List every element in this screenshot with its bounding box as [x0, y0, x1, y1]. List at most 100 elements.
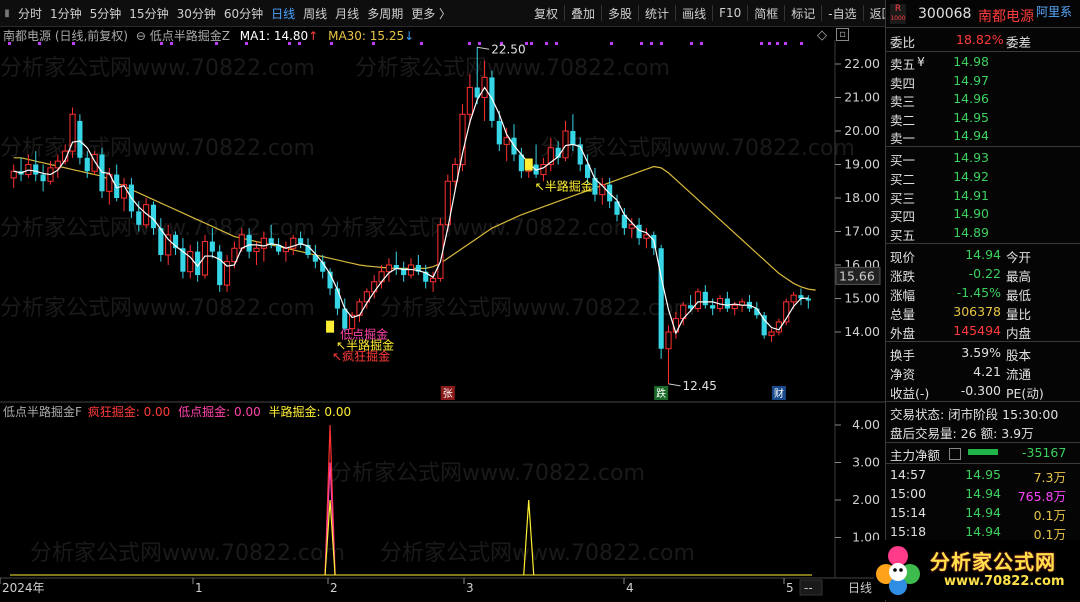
signal-dot	[760, 42, 763, 45]
signal-dot	[610, 42, 613, 45]
sell-price: 14.96	[953, 91, 989, 106]
candle-body	[209, 241, 215, 252]
candle	[724, 291, 730, 312]
candle-body	[570, 131, 576, 145]
candle	[768, 328, 775, 343]
signal-dot	[298, 42, 301, 45]
detail-toggle-icon[interactable]	[949, 448, 961, 460]
time-axis: 2024年 1 2 3 4 5 -- 日线	[0, 578, 872, 596]
signal-dot	[545, 42, 548, 45]
candle	[599, 177, 606, 205]
signal-dot	[650, 42, 653, 45]
candle	[393, 251, 399, 276]
buy-price: 14.89	[953, 225, 989, 241]
stat2-value: 3.59%	[961, 345, 1001, 360]
candle-body	[761, 315, 767, 336]
signal-dot	[555, 42, 558, 45]
buy-row: 买二 14.92	[886, 168, 1080, 187]
signal-dot	[700, 42, 703, 45]
candle	[114, 164, 120, 202]
stat-row: 涨幅 -1.45% 最低	[886, 284, 1080, 303]
candle	[327, 268, 333, 296]
sell-row: 卖五 ¥14.98	[886, 53, 1080, 72]
tick-time: 15:00	[890, 486, 927, 501]
signal-dot	[478, 42, 481, 45]
main-flow-label: 主力净额	[890, 448, 941, 463]
trade-status: 交易状态: 闭市阶段 15:30:00	[890, 407, 1059, 422]
candle-body	[665, 331, 672, 350]
stat-right-label: 量比	[1006, 307, 1032, 322]
sell-price: 14.95	[953, 109, 989, 125]
price-tick-label: 22.00	[844, 56, 880, 71]
watermark-text: 分析家公式网www.70822.com	[330, 461, 645, 486]
candle-body	[33, 164, 39, 175]
candle-body	[114, 174, 120, 198]
stock-name: 南都电源	[978, 9, 1034, 25]
buy-label: 买一	[890, 153, 916, 168]
weibi-label: 委比	[890, 35, 916, 50]
candle	[592, 167, 598, 202]
signal-box	[524, 158, 533, 171]
candle	[356, 298, 363, 322]
candle-body	[768, 331, 775, 336]
signal-dot	[215, 42, 218, 45]
sell-label: 卖五	[890, 57, 916, 72]
main-flow-row[interactable]: 主力净额 -35167	[886, 444, 1080, 463]
ban-lu-label-2: ↖半路掘金	[535, 179, 593, 194]
signal-dot	[530, 42, 533, 45]
candle-body	[246, 234, 252, 252]
sell-price: 14.98	[953, 54, 989, 69]
candle-body	[702, 291, 708, 306]
panel-divider	[886, 442, 1080, 443]
exchange-logo: R 1000	[890, 4, 906, 24]
sub-indicator-name[interactable]: 低点半路掘金F	[3, 405, 82, 419]
candle-body	[187, 251, 194, 273]
sell-label: 卖四	[890, 75, 916, 91]
candle	[658, 244, 664, 359]
sell-flag: ¥	[917, 54, 925, 69]
chart-canvas[interactable]: 分析家公式网www.70822.com 分析家公式网www.70822.com 分析…	[0, 0, 885, 602]
sub-tick-label: 2.00	[852, 492, 880, 507]
stat-row: 外盘 145494 内盘	[886, 322, 1080, 341]
sell-row: 卖三 14.96	[886, 90, 1080, 109]
tick-time: 15:18	[890, 524, 927, 539]
low-price-marker: 12.45	[683, 379, 717, 393]
sell-label: 卖二	[890, 112, 916, 128]
buy-price: 14.93	[953, 150, 989, 165]
stat-right-label: 最低	[1006, 288, 1032, 303]
buy-price: 14.90	[953, 206, 989, 222]
main-flow-value: -35167	[1022, 445, 1067, 460]
tick-price: 14.95	[965, 467, 1001, 482]
price-tick-label: 17.00	[844, 224, 880, 239]
signal-dot	[330, 42, 333, 45]
stat-label: 现价	[890, 250, 916, 265]
candle	[533, 144, 539, 178]
stat2-row: 收益(-) -0.300 PE(动)	[886, 382, 1080, 401]
trade-status-row: 交易状态: 闭市阶段 15:30:00	[886, 403, 1080, 422]
signal-dot	[160, 42, 163, 45]
candle	[702, 285, 708, 309]
signal-box	[326, 320, 335, 333]
event-tag: 财	[774, 387, 784, 400]
candle-body	[710, 305, 716, 309]
watermark-text: 分析家公式网www.70822.com	[380, 541, 695, 566]
candle-body	[724, 298, 730, 309]
watermark-text: 分析家公式网www.70822.com	[0, 56, 315, 81]
logo-bottom-text: 1000	[890, 15, 906, 22]
candle	[665, 325, 672, 384]
tick-volume: 0.1万	[1033, 508, 1066, 523]
buy-label: 买四	[890, 209, 916, 225]
high-marker-line	[477, 46, 490, 50]
weicha-label: 委差	[1006, 35, 1032, 50]
stat-label: 外盘	[890, 326, 916, 341]
logo-top-text: R	[894, 4, 902, 14]
tick-price: 14.94	[965, 486, 1001, 501]
buy-row: 买四 14.90	[886, 205, 1080, 224]
candle	[180, 238, 186, 279]
stat-value: 145494	[953, 323, 1001, 338]
stat2-label: 收益(-)	[890, 386, 930, 401]
stat2-value: 4.21	[973, 364, 1001, 379]
sell-label: 卖三	[890, 94, 916, 109]
concept-tag[interactable]: 阿里系	[1036, 3, 1072, 20]
fk-value-label: 疯狂掘金: 0.00	[87, 405, 171, 419]
